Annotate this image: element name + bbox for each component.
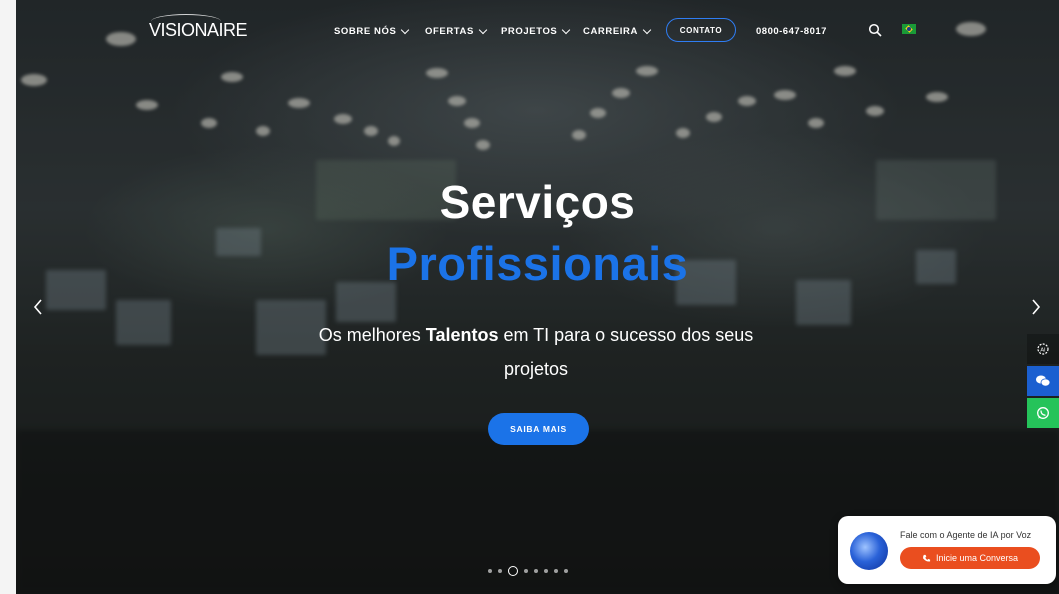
- slider-dot[interactable]: [498, 569, 502, 573]
- start-conversation-label: Inicie uma Conversa: [935, 553, 1019, 563]
- brazil-flag-icon[interactable]: [902, 24, 916, 34]
- slider-dot[interactable]: [554, 569, 558, 573]
- logo-arc: [151, 14, 221, 29]
- subtitle-bold: Talentos: [425, 325, 499, 345]
- nav-carreira[interactable]: CARREIRA: [583, 25, 652, 37]
- ai-assistant-button[interactable]: AI: [1027, 334, 1059, 364]
- chat-button[interactable]: [1027, 366, 1059, 396]
- slider-dot[interactable]: [534, 569, 538, 573]
- search-icon[interactable]: [868, 23, 882, 37]
- start-conversation-button[interactable]: Inicie uma Conversa: [900, 547, 1040, 569]
- chevron-down-icon: [478, 25, 488, 34]
- slider-dot[interactable]: [508, 566, 518, 576]
- chevron-right-icon[interactable]: [1030, 298, 1042, 316]
- nav-label: CARREIRA: [583, 26, 638, 37]
- phone-number[interactable]: 0800-647-8017: [756, 26, 827, 37]
- hero-banner: VISIONAIRE SOBRE NÓS OFERTAS PROJETOS CA…: [16, 0, 1059, 594]
- dark-overlay: [16, 0, 1059, 594]
- whatsapp-button[interactable]: [1027, 398, 1059, 428]
- top-nav: VISIONAIRE SOBRE NÓS OFERTAS PROJETOS CA…: [16, 14, 1059, 48]
- contact-label: CONTATO: [679, 25, 723, 35]
- hero-title-line2: Profissionais: [386, 237, 689, 290]
- phone-icon: [923, 554, 931, 562]
- chevron-down-icon: [642, 25, 652, 34]
- voice-orb-icon: [850, 532, 888, 570]
- hero-title-line1: Serviços: [439, 176, 636, 228]
- chevron-down-icon: [401, 25, 410, 34]
- slider-dot[interactable]: [488, 569, 492, 573]
- subtitle-text: Os melhores: [318, 325, 426, 345]
- slider-dot[interactable]: [564, 569, 568, 573]
- subtitle-text: em TI para o sucesso dos seus projetos: [498, 325, 754, 379]
- voice-widget-text: Fale com o Agente de IA por Voz: [900, 530, 1032, 540]
- nav-projetos[interactable]: PROJETOS: [501, 25, 571, 37]
- nav-label: SOBRE NÓS: [334, 26, 397, 37]
- slider-dot[interactable]: [544, 569, 548, 573]
- nav-sobre-nos[interactable]: SOBRE NÓS: [334, 25, 410, 37]
- chevron-down-icon: [562, 25, 571, 34]
- whatsapp-icon: [1037, 407, 1049, 419]
- saiba-mais-button[interactable]: SAIBA MAIS: [488, 413, 589, 445]
- logo[interactable]: VISIONAIRE: [149, 14, 248, 41]
- nav-label: OFERTAS: [425, 26, 474, 37]
- cta-label: SAIBA MAIS: [510, 424, 567, 434]
- hero-subtitle: Os melhores Talentos em TI para o sucess…: [296, 318, 776, 386]
- voice-agent-widget: Fale com o Agente de IA por Voz Inicie u…: [838, 516, 1056, 584]
- slider-dot[interactable]: [524, 569, 528, 573]
- chat-icon: [1036, 375, 1051, 387]
- nav-label: PROJETOS: [501, 26, 558, 37]
- nav-ofertas[interactable]: OFERTAS: [425, 25, 488, 37]
- svg-text:AI: AI: [1040, 347, 1046, 353]
- slider-dots: [488, 566, 568, 576]
- chevron-left-icon[interactable]: [32, 298, 44, 316]
- contact-button[interactable]: CONTATO: [666, 18, 736, 42]
- ai-icon: AI: [1037, 343, 1049, 355]
